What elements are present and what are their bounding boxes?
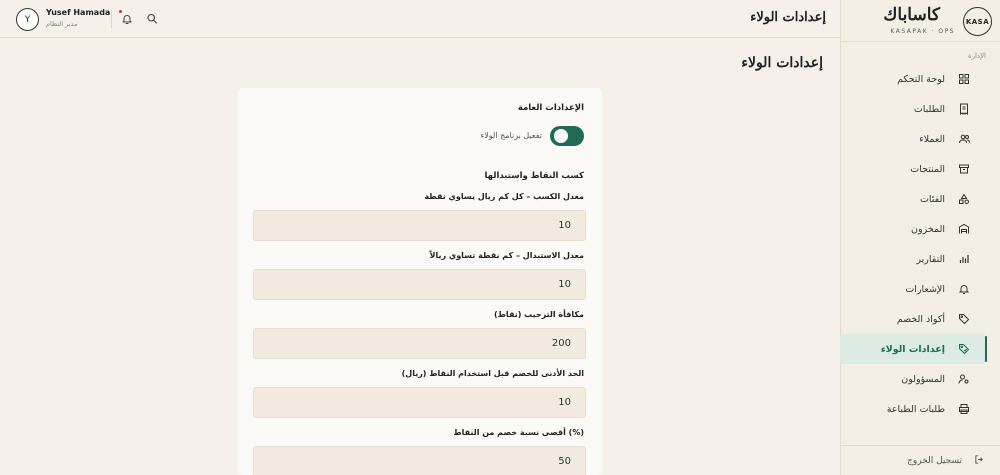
tag-icon [957, 312, 971, 326]
welcome-bonus-field[interactable] [253, 328, 586, 359]
nav-section-label: الإدارة [967, 52, 986, 60]
brand-logo[interactable]: KASA [963, 7, 992, 36]
top-header: إعدادات الولاء Y Yusef Hamada مدير النظا… [0, 0, 840, 38]
user-name: Yusef Hamada [46, 8, 111, 17]
sidebar-item-label: المسؤولون [901, 373, 945, 385]
sidebar-item-categories[interactable]: الفئات [840, 184, 986, 214]
min-order-field[interactable] [253, 387, 586, 418]
sidebar-item-reports[interactable]: التقارير [840, 244, 986, 274]
bell-icon[interactable] [121, 12, 133, 26]
settings-card: الإعدادات العامة تفعيل برنامج الولاء كسب… [238, 88, 602, 475]
toggle-label: تفعيل برنامج الولاء [480, 131, 542, 140]
max-discount-label: أقصى نسبة خصم من النقاط (%) [453, 428, 584, 437]
sidebar-item-label: العملاء [919, 133, 945, 145]
user-gear-icon [957, 372, 971, 386]
toggle-knob [554, 129, 568, 143]
avatar[interactable]: Y [16, 8, 39, 31]
sidebar-item-label: أكواد الخصم [896, 313, 945, 325]
tag-settings-icon [957, 342, 971, 356]
sidebar-item-label: المنتجات [910, 163, 945, 175]
sidebar-item-label: الإشعارات [905, 283, 945, 295]
max-discount-field[interactable] [253, 446, 586, 475]
brand-subtitle: KASAPAK · OPS [890, 28, 955, 35]
sidebar-item-label: التقارير [916, 253, 945, 265]
users-icon [957, 132, 971, 146]
receipt-icon [957, 102, 971, 116]
sidebar-item-products[interactable]: المنتجات [840, 154, 986, 184]
sidebar-item-label: الطلبات [913, 103, 945, 115]
sidebar-item-inventory[interactable]: المخزون [840, 214, 986, 244]
sidebar: KASA كاساباك KASAPAK · OPS الإدارة لوحة … [840, 0, 1000, 475]
sidebar-item-label: طلبات الطباعة [886, 403, 945, 415]
box-icon [957, 162, 971, 176]
sidebar-nav: لوحة التحكم الطلبات العملاء المنتجات الف… [840, 64, 1000, 424]
search-icon[interactable] [146, 12, 158, 25]
user-role: مدير النظام [46, 20, 78, 28]
brand: KASA كاساباك KASAPAK · OPS [841, 0, 1000, 42]
shapes-icon [957, 192, 971, 206]
sidebar-item-customers[interactable]: العملاء [840, 124, 986, 154]
sidebar-item-dashboard[interactable]: لوحة التحكم [840, 64, 986, 94]
loyalty-toggle[interactable] [550, 126, 584, 146]
sidebar-item-label: المخزون [911, 223, 945, 235]
logout-button[interactable]: تسجيل الخروج [840, 445, 1000, 475]
sidebar-item-print-requests[interactable]: طلبات الطباعة [840, 394, 986, 424]
page-title: إعدادات الولاء [741, 55, 823, 71]
earn-rate-field[interactable] [253, 210, 586, 241]
sidebar-item-label: الفئات [919, 193, 945, 205]
general-section-title: الإعدادات العامة [517, 103, 584, 113]
sidebar-item-admins[interactable]: المسؤولون [840, 364, 986, 394]
sidebar-item-label: لوحة التحكم [897, 73, 945, 85]
logout-icon [974, 454, 985, 468]
logout-label: تسجيل الخروج [907, 455, 962, 466]
header-title: إعدادات الولاء [750, 10, 826, 25]
sidebar-item-orders[interactable]: الطلبات [840, 94, 986, 124]
grid-icon [957, 72, 971, 86]
warehouse-icon [957, 222, 971, 236]
sidebar-item-label: إعدادات الولاء [880, 343, 945, 355]
bell-icon [957, 282, 971, 296]
bar-chart-icon [957, 252, 971, 266]
printer-icon [957, 402, 971, 416]
earn-section-title: كسب النقاط واستبدالها [484, 171, 584, 181]
sidebar-item-discount-codes[interactable]: أكواد الخصم [840, 304, 986, 334]
redeem-rate-label: معدل الاستبدال – كم نقطة تساوي ريالاً [429, 251, 585, 260]
min-order-label: الحد الأدنى للخصم قبل استخدام النقاط (ري… [401, 369, 584, 378]
header-divider [111, 10, 112, 28]
brand-name: كاساباك [883, 5, 940, 25]
sidebar-item-notifications[interactable]: الإشعارات [840, 274, 986, 304]
earn-rate-label: معدل الكسب – كل كم ريال يساوي نقطة [424, 192, 584, 201]
redeem-rate-field[interactable] [253, 269, 586, 300]
welcome-bonus-label: مكافأة الترحيب (نقاط) [493, 310, 584, 319]
sidebar-item-loyalty-settings[interactable]: إعدادات الولاء [840, 334, 987, 364]
